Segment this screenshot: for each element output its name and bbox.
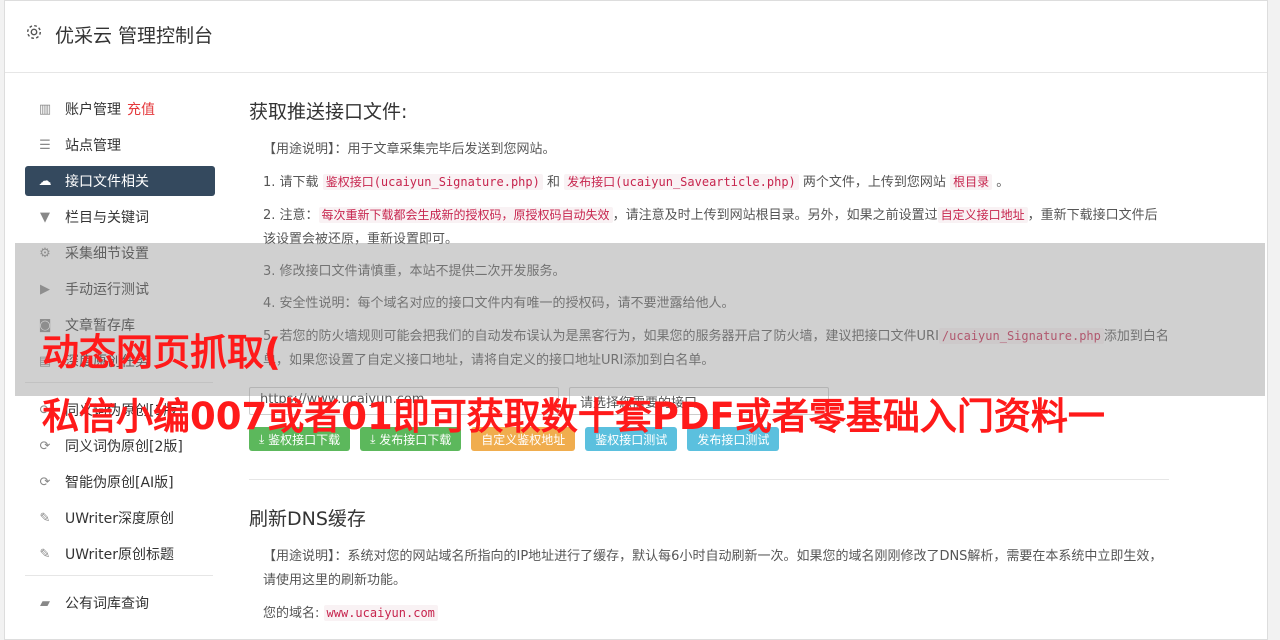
server-icon: ☰ [39,137,51,153]
sidebar-item-label: 站点管理 [65,138,121,154]
code-warning: 每次重新下载都会生成新的授权码，原授权码自动失效 [318,207,613,223]
sidebar-item-label: 公有词库查询 [65,596,149,612]
usage-text: 【用途说明】：用于文章采集完毕后发送到您网站。 [263,142,556,157]
section-title: 刷新DNS缓存 [249,508,366,530]
edit-icon: ✎ [39,510,51,526]
top-bar: 优采云 管理控制台 [5,1,1267,73]
sidebar-item-columns-keywords[interactable]: ▼ 栏目与关键词 [25,202,215,232]
book-icon: ▰ [40,595,50,611]
text: 和 [547,175,561,190]
promo-line-2: 私信小编007或者01即可获取数十套PDF或者零基础入门资料一 [42,395,1105,438]
sidebar-item-uwriter-title[interactable]: ✎ UWriter原创标题 [25,539,215,569]
dns-usage-text: 【用途说明】：系统对您的网站域名所指向的IP地址进行了缓存，默认每6小时自动刷新… [263,549,1163,588]
code-sig-file: 鉴权接口(ucaiyun_Signature.php) [322,174,543,190]
bar-chart-icon: ▥ [38,101,52,117]
refresh-icon: ⟳ [39,474,51,490]
code-root-dir: 根目录 [950,174,993,190]
code-custom-addr: 自定义接口地址 [937,207,1028,223]
sidebar-item-label: UWriter原创标题 [65,547,174,563]
text: 。 [996,175,1010,190]
sidebar-item-account[interactable]: ▥ 账户管理 充值 [25,94,215,124]
cloud-upload-icon: ☁ [38,173,52,189]
domain-value: www.ucaiyun.com [323,605,438,621]
instruction-1: 1. 请下载 鉴权接口(ucaiyun_Signature.php) 和 发布接… [263,170,1169,195]
sidebar-item-interface-files[interactable]: ☁ 接口文件相关 [25,166,215,196]
sidebar-item-sites[interactable]: ☰ 站点管理 [25,130,215,160]
domain-label: 您的域名: [263,606,320,621]
sidebar-item-label: 智能伪原创[AI版] [65,475,174,491]
gear-icon [26,24,42,40]
app-title: 优采云 管理控制台 [55,25,214,47]
recharge-link[interactable]: 充值 [127,99,155,119]
text: 两个文件，上传到您网站 [802,175,946,190]
text: ，请注意及时上传到网站根目录。另外，如果之前设置过 [612,208,938,223]
sidebar-divider [25,575,213,576]
sidebar-item-ai-rewrite[interactable]: ⟳ 智能伪原创[AI版] [25,467,215,497]
promo-line-1: 动态网页抓取( [42,331,281,374]
domain-row: 您的域名: www.ucaiyun.com [263,601,1169,626]
text: 2. 注意： [263,208,319,223]
filter-icon: ▼ [40,209,50,225]
text: 1. 请下载 [263,175,319,190]
refresh-icon: ⟳ [39,438,51,454]
sidebar-item-label: 栏目与关键词 [65,210,149,226]
section-divider [249,479,1169,480]
code-pub-file: 发布接口(ucaiyun_Savearticle.php) [564,174,799,190]
sidebar-item-public-lexicon[interactable]: ▰ 公有词库查询 [25,588,215,618]
sidebar-item-uwriter-deep[interactable]: ✎ UWriter深度原创 [25,503,215,533]
sidebar-item-label: 账户管理 [65,102,121,118]
edit-icon: ✎ [39,546,51,562]
sidebar-item-label: 接口文件相关 [65,174,149,190]
section-title: 获取推送接口文件: [249,101,408,123]
sidebar-item-label: UWriter深度原创 [65,511,174,527]
